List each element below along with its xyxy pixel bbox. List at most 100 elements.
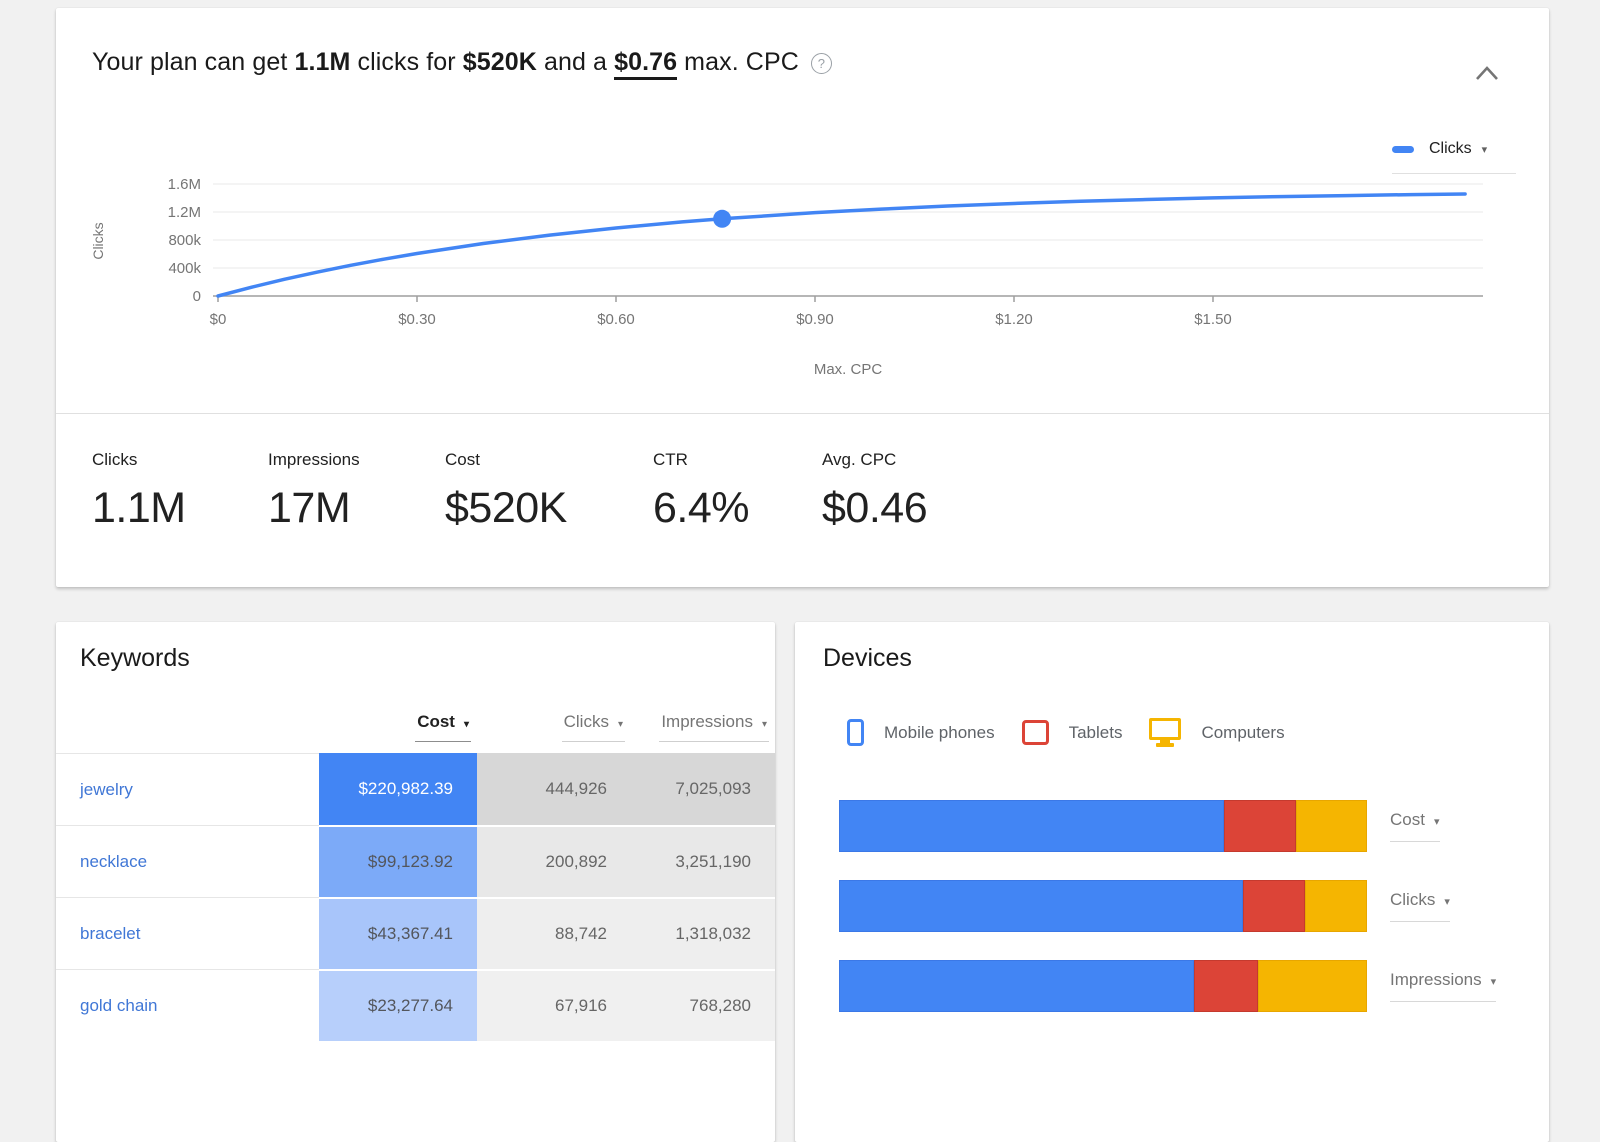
metric-select-label: Cost [1390, 810, 1425, 829]
devices-card: Devices Mobile phones Tablets Computers Co… [795, 622, 1549, 1142]
metric-select-control[interactable]: Cost [1390, 810, 1440, 842]
x-axis-tick-label: $0 [210, 311, 227, 328]
keyword-row: gold chain$23,277.6467,916768,280 [56, 969, 775, 1041]
title-mid1: clicks for [350, 48, 462, 76]
clicks-cell: 444,926 [477, 753, 631, 825]
device-metric-select-impressions: Impressions [1390, 960, 1540, 1012]
x-axis-tick-label: $1.20 [995, 311, 1033, 328]
collapse-panel-button[interactable] [1471, 62, 1503, 88]
sort-caret-icon [618, 719, 623, 730]
impressions-cell: 3,251,190 [631, 825, 775, 897]
clicks-cell: 88,742 [477, 897, 631, 969]
device-bar-impressions [839, 960, 1367, 1012]
chevron-up-icon [1472, 62, 1502, 86]
legend-label: Tablets [1069, 723, 1123, 743]
stat-label: Impressions [268, 450, 360, 470]
devices-title: Devices [823, 644, 912, 673]
keyword-link[interactable]: necklace [80, 852, 147, 872]
keyword-link[interactable]: gold chain [80, 996, 158, 1016]
y-axis-tick-label: 400k [168, 260, 201, 277]
keyword-row: jewelry$220,982.39444,9267,025,093 [56, 753, 775, 825]
stat-label: Avg. CPC [822, 450, 927, 470]
keywords-table-header: Cost Clicks Impressions [56, 622, 775, 742]
forecast-card: Your plan can get 1.1M clicks for $520K … [56, 8, 1549, 587]
legend-item: Mobile phones [847, 719, 995, 746]
x-axis-tick-label: $0.60 [597, 311, 635, 328]
bar-segment-mobile-phones [839, 960, 1194, 1012]
column-label: Clicks [564, 712, 609, 731]
keyword-link[interactable]: jewelry [80, 780, 133, 800]
sort-by-clicks[interactable]: Clicks [562, 712, 625, 742]
chevron-down-icon [1491, 976, 1497, 988]
tablet-icon [1022, 720, 1049, 745]
clicks-curve [218, 194, 1465, 296]
title-cost-value: $520K [463, 48, 537, 76]
stat-label: Cost [445, 450, 567, 470]
x-axis-tick-label: $0.90 [796, 311, 834, 328]
chevron-down-icon [1434, 816, 1440, 828]
chart-marker[interactable] [713, 210, 731, 228]
computer-icon [1149, 718, 1181, 740]
cost-cell: $99,123.92 [319, 825, 477, 897]
stat-label: CTR [653, 450, 749, 470]
stat-impressions: Impressions 17M [268, 450, 360, 533]
stat-cost: Cost $520K [445, 450, 567, 533]
keyword-link[interactable]: bracelet [80, 924, 140, 944]
stat-value: 6.4% [653, 484, 749, 533]
bar-segment-tablets [1194, 960, 1258, 1012]
keywords-table-body: jewelry$220,982.39444,9267,025,093neckla… [56, 753, 775, 1041]
metric-select-control[interactable]: Clicks [1390, 890, 1450, 922]
keyword-cell: gold chain [56, 969, 319, 1041]
stat-ctr: CTR 6.4% [653, 450, 749, 533]
stat-value: 17M [268, 484, 360, 533]
cpc-clicks-chart: 0400k800k1.2M1.6M$0$0.30$0.60$0.90$1.20$… [56, 136, 1549, 404]
column-label: Impressions [661, 712, 753, 731]
keyword-cell: jewelry [56, 753, 319, 825]
forecast-title: Your plan can get 1.1M clicks for $520K … [92, 48, 832, 77]
chevron-down-icon [1444, 896, 1450, 908]
divider [56, 413, 1549, 414]
keyword-cell: bracelet [56, 897, 319, 969]
stat-value: 1.1M [92, 484, 186, 533]
title-clicks-value: 1.1M [294, 48, 350, 76]
sort-by-impressions[interactable]: Impressions [659, 712, 769, 742]
cost-cell: $220,982.39 [319, 753, 477, 825]
cost-cell: $23,277.64 [319, 969, 477, 1041]
bar-segment-tablets [1224, 800, 1296, 852]
mobile-phone-icon [847, 719, 864, 746]
x-axis-tick-label: $1.50 [1194, 311, 1232, 328]
devices-metric-selects: Cost Clicks Impressions [1390, 800, 1540, 1040]
x-axis-tick-label: $0.30 [398, 311, 436, 328]
title-prefix: Your plan can get [92, 48, 294, 76]
legend-item: Computers [1149, 718, 1284, 747]
legend-label: Computers [1201, 723, 1284, 743]
help-icon[interactable] [811, 53, 832, 74]
sort-caret-icon [464, 719, 469, 730]
metric-select-control[interactable]: Impressions [1390, 970, 1496, 1002]
sort-caret-icon [762, 719, 767, 730]
stat-clicks: Clicks 1.1M [92, 450, 186, 533]
clicks-cell: 200,892 [477, 825, 631, 897]
title-max-cpc-value[interactable]: $0.76 [614, 48, 677, 80]
devices-legend: Mobile phones Tablets Computers [847, 718, 1312, 747]
y-axis-tick-label: 1.2M [168, 204, 201, 221]
title-suffix: max. CPC [677, 48, 799, 76]
y-axis-title: Clicks [90, 222, 106, 259]
keyword-row: bracelet $43,367.4188,7421,318,032 [56, 897, 775, 969]
bar-segment-computers [1258, 960, 1367, 1012]
stat-avg-cpc: Avg. CPC $0.46 [822, 450, 927, 533]
impressions-cell: 1,318,032 [631, 897, 775, 969]
legend-item: Tablets [1022, 720, 1123, 745]
stat-value: $0.46 [822, 484, 927, 533]
metric-select-label: Clicks [1390, 890, 1435, 909]
legend-label: Mobile phones [884, 723, 995, 743]
cost-cell: $43,367.41 [319, 897, 477, 969]
sort-by-cost[interactable]: Cost [415, 712, 471, 742]
device-bar-cost [839, 800, 1367, 852]
device-metric-select-clicks: Clicks [1390, 880, 1540, 932]
bar-segment-mobile-phones [839, 880, 1243, 932]
bar-segment-computers [1305, 880, 1367, 932]
y-axis-tick-label: 800k [168, 232, 201, 249]
keyword-row: necklace $99,123.92200,8923,251,190 [56, 825, 775, 897]
device-bar-clicks [839, 880, 1367, 932]
